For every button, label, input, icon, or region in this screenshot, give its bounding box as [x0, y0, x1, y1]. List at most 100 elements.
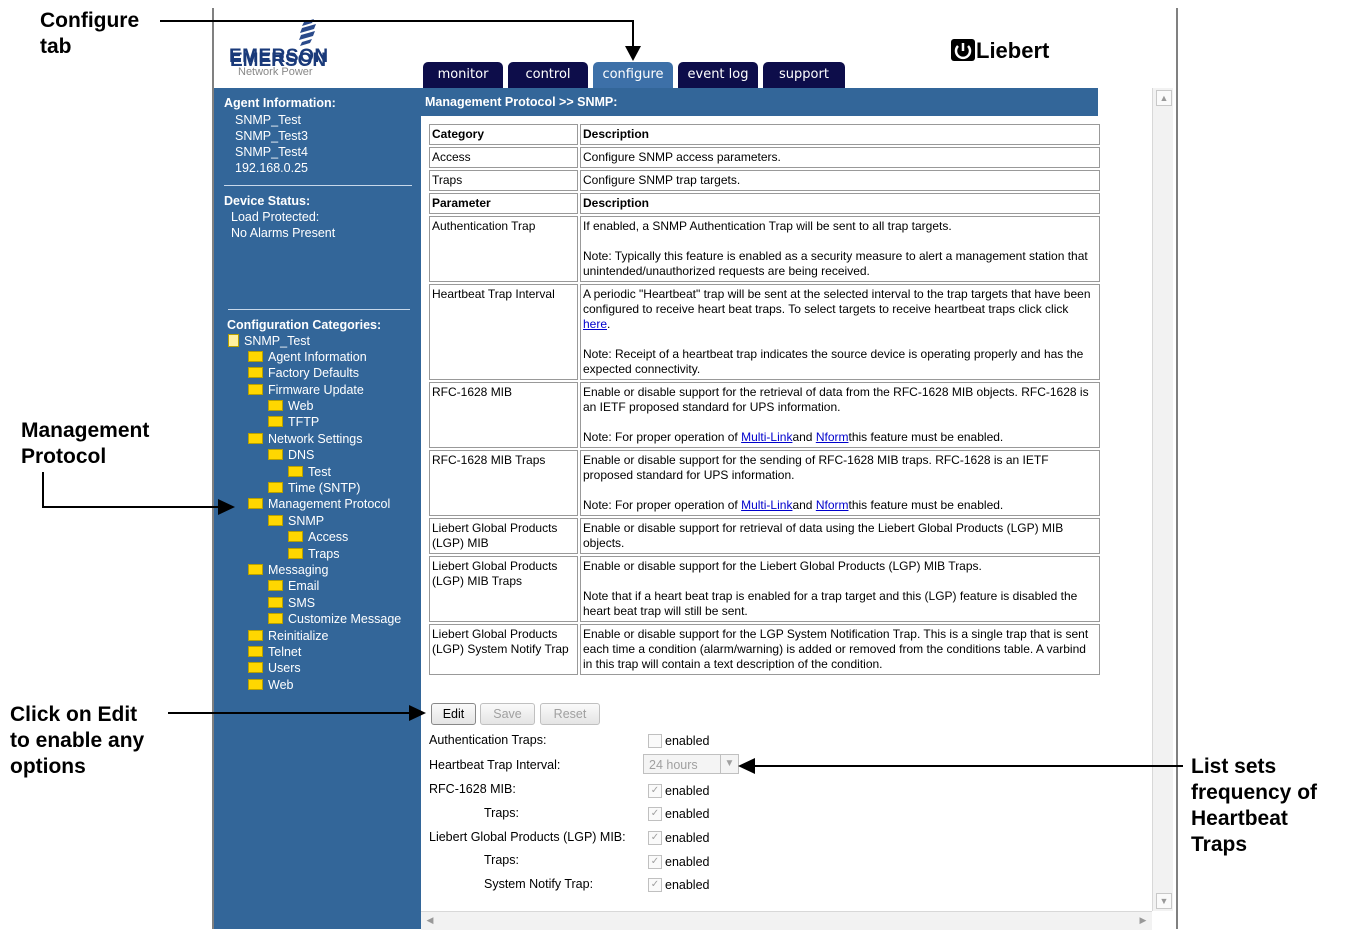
- callout-line: [42, 472, 44, 508]
- rfc-mib-checkbox[interactable]: ✓: [648, 783, 662, 798]
- tree-item-management-protocol[interactable]: Management Protocol: [248, 497, 390, 511]
- folder-icon: [248, 367, 263, 379]
- device-status-line: No Alarms Present: [231, 226, 336, 240]
- scroll-right-icon[interactable]: ▶: [1136, 913, 1150, 927]
- table-header-row: Parameter Description: [429, 193, 1100, 214]
- table-header: Parameter: [429, 193, 578, 214]
- folder-icon: [268, 449, 283, 461]
- auth-traps-label: Authentication Traps:: [429, 733, 547, 747]
- lgp-notify-field[interactable]: ✓ enabled: [648, 877, 710, 893]
- horizontal-scrollbar[interactable]: ◀ ▶: [421, 911, 1152, 930]
- scroll-left-icon[interactable]: ◀: [423, 913, 437, 927]
- tab-support[interactable]: support: [763, 62, 845, 88]
- rfc-traps-field[interactable]: ✓ enabled: [648, 806, 710, 822]
- table-header: Description: [580, 124, 1100, 145]
- tree-item-firmware-update[interactable]: Firmware Update: [248, 383, 364, 397]
- tree-item-web-2[interactable]: Web: [248, 678, 293, 692]
- tree-item-network-settings[interactable]: Network Settings: [248, 432, 362, 446]
- folder-icon: [268, 613, 283, 625]
- tree-item-telnet[interactable]: Telnet: [248, 645, 301, 659]
- tree-item-traps[interactable]: Traps: [288, 547, 340, 561]
- tree-item-access[interactable]: Access: [288, 530, 348, 544]
- table-cell: Traps: [429, 170, 578, 191]
- here-link[interactable]: here: [583, 317, 607, 331]
- table-header: Category: [429, 124, 578, 145]
- auth-traps-checkbox[interactable]: [648, 733, 662, 748]
- tree-item-dns[interactable]: DNS: [268, 448, 314, 462]
- rfc-mib-field[interactable]: ✓ enabled: [648, 783, 710, 799]
- table-row: RFC-1628 MIB Enable or disable support f…: [429, 382, 1100, 448]
- table-cell: RFC-1628 MIB Traps: [429, 450, 578, 516]
- tree-item-web[interactable]: Web: [268, 399, 313, 413]
- tree-item-email[interactable]: Email: [268, 579, 319, 593]
- tree-item-sms[interactable]: SMS: [268, 596, 315, 610]
- annotation-configure-tab: Configure tab: [40, 9, 140, 58]
- device-status-title: Device Status:: [224, 194, 311, 208]
- table-header-row: Category Description: [429, 124, 1100, 145]
- tree-item-agent-information[interactable]: Agent Information: [248, 350, 367, 364]
- table-cell: Enable or disable support for the retrie…: [580, 382, 1100, 448]
- agent-line: SNMP_Test3: [235, 129, 308, 143]
- table-row: Liebert Global Products (LGP) System Not…: [429, 624, 1100, 675]
- folder-icon: [268, 580, 283, 592]
- tree-item-snmp[interactable]: SNMP: [268, 514, 324, 528]
- scroll-down-icon[interactable]: ▼: [1156, 893, 1172, 909]
- callout-line: [42, 506, 220, 508]
- table-cell: Configure SNMP trap targets.: [580, 170, 1100, 191]
- tab-event-log[interactable]: event log: [678, 62, 758, 88]
- multi-link-link[interactable]: Multi-Link: [741, 430, 792, 444]
- folder-icon: [288, 531, 303, 543]
- tree-item-tftp[interactable]: TFTP: [268, 415, 319, 429]
- tree-item-test[interactable]: Test: [288, 465, 331, 479]
- folder-icon: [268, 482, 283, 494]
- scroll-up-icon[interactable]: ▲: [1156, 90, 1172, 106]
- tree-item-messaging[interactable]: Messaging: [248, 563, 328, 577]
- table-row: Traps Configure SNMP trap targets.: [429, 170, 1100, 191]
- folder-icon: [248, 433, 263, 445]
- lgp-mib-checkbox[interactable]: ✓: [648, 830, 662, 845]
- callout-line: [754, 765, 1183, 767]
- table-cell: A periodic "Heartbeat" trap will be sent…: [580, 284, 1100, 380]
- folder-icon: [248, 679, 263, 691]
- config-title: Configuration Categories:: [227, 318, 382, 332]
- table-cell: Enable or disable support for the Lieber…: [580, 556, 1100, 622]
- tree-item-customize-message[interactable]: Customize Message: [268, 612, 401, 626]
- divider: [224, 185, 412, 186]
- emerson-text: EMERSON: [229, 46, 329, 67]
- tree-item-users[interactable]: Users: [248, 661, 301, 675]
- folder-icon: [248, 498, 263, 510]
- folder-icon: [268, 400, 283, 412]
- lgp-notify-checkbox[interactable]: ✓: [648, 877, 662, 892]
- nform-link[interactable]: Nform: [816, 498, 849, 512]
- hb-interval-select[interactable]: 24 hours ▼: [643, 754, 739, 774]
- save-button[interactable]: Save: [480, 703, 535, 725]
- rfc-traps-label: Traps:: [484, 806, 519, 820]
- lgp-mib-field[interactable]: ✓ enabled: [648, 830, 710, 846]
- table-cell: Heartbeat Trap Interval: [429, 284, 578, 380]
- edit-button[interactable]: Edit: [431, 703, 476, 725]
- tab-control[interactable]: control: [508, 62, 588, 88]
- folder-icon: [248, 564, 263, 576]
- tree-item-reinitialize[interactable]: Reinitialize: [248, 629, 328, 643]
- callout-line: [168, 712, 410, 714]
- tree-item-root[interactable]: SNMP_Test: [228, 334, 310, 348]
- auth-traps-field[interactable]: enabled: [648, 733, 710, 749]
- multi-link-link[interactable]: Multi-Link: [741, 498, 792, 512]
- tab-monitor[interactable]: monitor: [423, 62, 503, 88]
- lgp-traps-field[interactable]: ✓ enabled: [648, 854, 710, 870]
- table-cell: Liebert Global Products (LGP) MIB: [429, 518, 578, 554]
- rfc-traps-checkbox[interactable]: ✓: [648, 806, 662, 821]
- vertical-scrollbar[interactable]: ▲ ▼: [1152, 88, 1173, 911]
- table-cell: Enable or disable support for the sendin…: [580, 450, 1100, 516]
- reset-button[interactable]: Reset: [540, 703, 600, 725]
- tab-configure[interactable]: configure: [593, 62, 673, 90]
- arrow-right-icon: [218, 499, 235, 515]
- lgp-traps-checkbox[interactable]: ✓: [648, 854, 662, 869]
- table-row: Liebert Global Products (LGP) MIB Traps …: [429, 556, 1100, 622]
- lgp-mib-label: Liebert Global Products (LGP) MIB:: [429, 830, 626, 844]
- tree-item-factory-defaults[interactable]: Factory Defaults: [248, 366, 359, 380]
- nform-link[interactable]: Nform: [816, 430, 849, 444]
- annotation-list-sets: List sets frequency of Heartbeat Traps: [1191, 755, 1318, 856]
- tree-item-time-sntp[interactable]: Time (SNTP): [268, 481, 360, 495]
- agent-info-title: Agent Information:: [224, 96, 336, 110]
